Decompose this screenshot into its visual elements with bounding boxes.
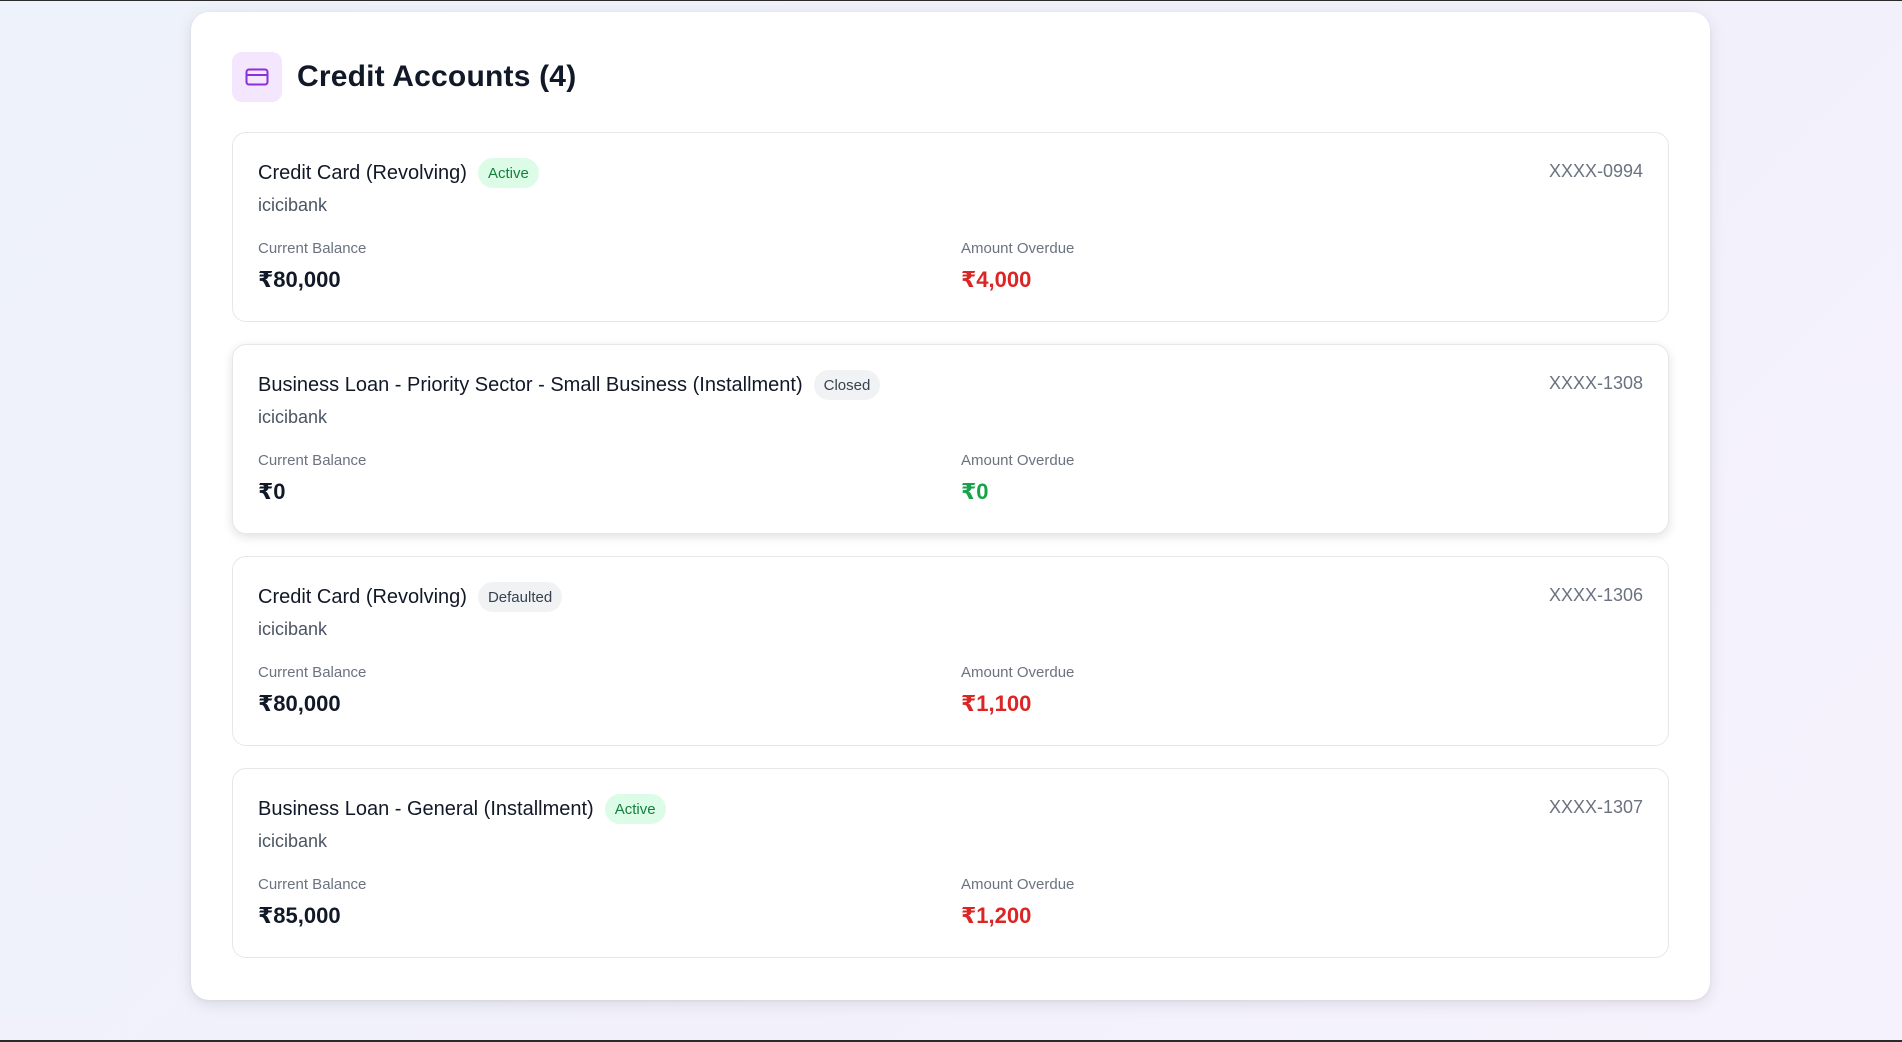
- amount-overdue-value: ₹0: [961, 479, 989, 504]
- account-number: XXXX-1308: [1548, 373, 1643, 393]
- section-header: Credit Accounts (4): [232, 52, 576, 102]
- account-card[interactable]: Business Loan - General (Installment) Ac…: [232, 768, 1669, 958]
- amount-overdue-label: Amount Overdue: [961, 452, 1075, 469]
- status-badge: Defaulted: [477, 582, 563, 612]
- account-number: XXXX-0994: [1548, 161, 1643, 181]
- account-title: Credit Card (Revolving): [258, 161, 467, 184]
- account-card[interactable]: Business Loan - Priority Sector - Small …: [232, 344, 1669, 534]
- bank-name: icicibank: [258, 619, 328, 639]
- account-title: Business Loan - Priority Sector - Small …: [258, 373, 803, 396]
- account-title-row: Business Loan - General (Installment) Ac…: [258, 793, 666, 825]
- account-number: XXXX-1307: [1548, 797, 1643, 817]
- account-title-row: Credit Card (Revolving) Active: [258, 157, 539, 189]
- bank-name: icicibank: [258, 195, 328, 215]
- bank-name: icicibank: [258, 831, 328, 851]
- section-title: Credit Accounts (4): [297, 60, 577, 93]
- amount-overdue-value: ₹4,000: [961, 267, 1032, 292]
- status-badge: Active: [477, 158, 539, 188]
- account-title-row: Business Loan - Priority Sector - Small …: [258, 369, 881, 401]
- credit-card-icon: [232, 52, 282, 102]
- current-balance-label: Current Balance: [258, 240, 367, 257]
- current-balance-label: Current Balance: [258, 664, 367, 681]
- window-top-edge: [0, 0, 1902, 1]
- current-balance-label: Current Balance: [258, 876, 367, 893]
- status-badge: Active: [604, 794, 666, 824]
- amount-overdue-label: Amount Overdue: [961, 664, 1075, 681]
- amount-overdue-value: ₹1,100: [961, 691, 1032, 716]
- credit-accounts-panel: Credit Accounts (4) Credit Card (Revolvi…: [191, 12, 1710, 1000]
- account-title: Credit Card (Revolving): [258, 585, 467, 608]
- amount-overdue-value: ₹1,200: [961, 903, 1032, 928]
- account-card[interactable]: Credit Card (Revolving) Active XXXX-0994…: [232, 132, 1669, 322]
- amount-overdue-label: Amount Overdue: [961, 240, 1075, 257]
- account-number: XXXX-1306: [1548, 585, 1643, 605]
- current-balance-label: Current Balance: [258, 452, 367, 469]
- account-card[interactable]: Credit Card (Revolving) Defaulted XXXX-1…: [232, 556, 1669, 746]
- account-title: Business Loan - General (Installment): [258, 797, 594, 820]
- current-balance-value: ₹0: [258, 479, 286, 504]
- amount-overdue-label: Amount Overdue: [961, 876, 1075, 893]
- status-badge: Closed: [813, 370, 881, 400]
- bank-name: icicibank: [258, 407, 328, 427]
- current-balance-value: ₹80,000: [258, 267, 341, 292]
- account-title-row: Credit Card (Revolving) Defaulted: [258, 581, 563, 613]
- current-balance-value: ₹80,000: [258, 691, 341, 716]
- current-balance-value: ₹85,000: [258, 903, 341, 928]
